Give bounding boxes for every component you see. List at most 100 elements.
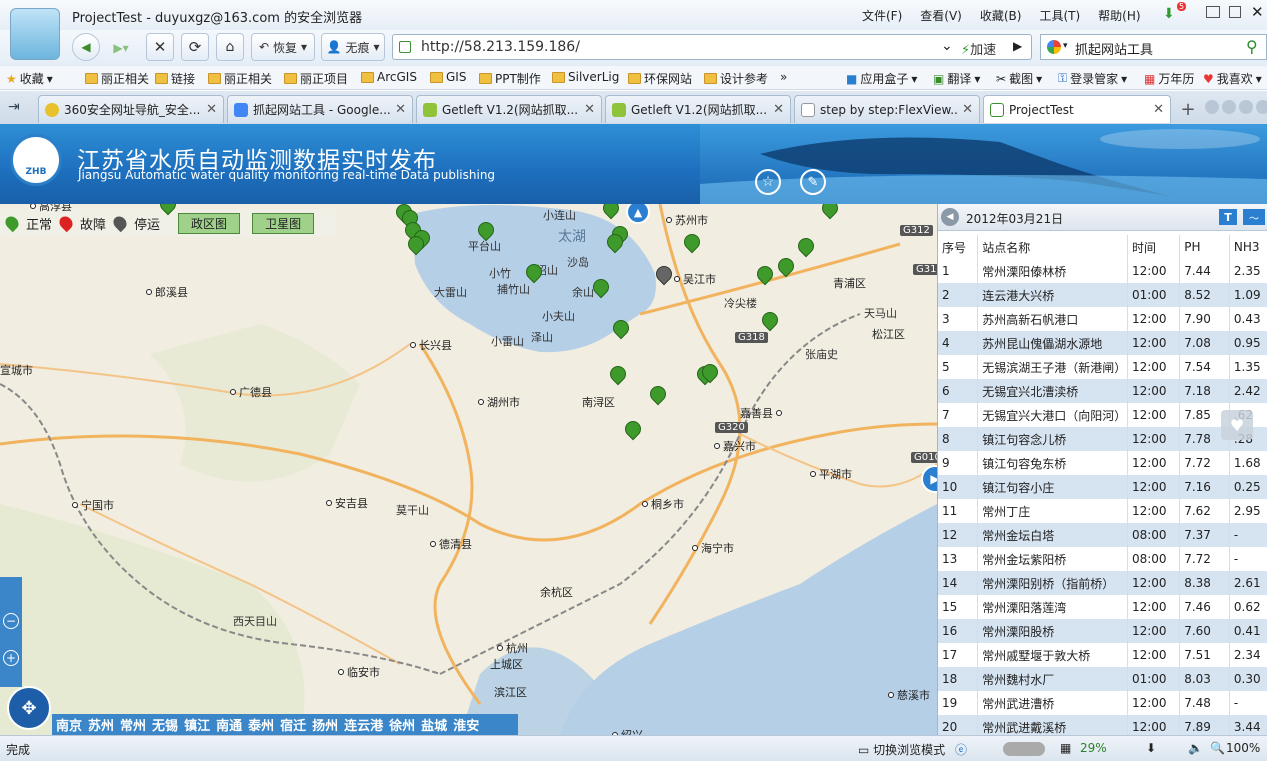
station-pin[interactable] xyxy=(778,258,792,276)
table-row[interactable]: 19 常州武进漕桥 12:00 7.48- xyxy=(938,691,1267,715)
table-row[interactable]: 13 常州金坛紫阳桥 08:00 7.72- xyxy=(938,547,1267,571)
city-link[interactable]: 泰州 xyxy=(248,715,274,734)
table-row[interactable]: 16 常州溧阳股桥 12:00 7.60 0.41 xyxy=(938,619,1267,643)
station-pin[interactable] xyxy=(593,279,607,297)
restore-button[interactable]: ↶ 恢复 ▾ xyxy=(251,33,315,61)
table-row[interactable]: 7无锡宜兴大港口（向阳河）12:007.85.62 xyxy=(938,403,1267,427)
tab-scroll-controls[interactable] xyxy=(1205,100,1267,114)
table-row[interactable]: 2 连云港大兴桥 01:00 8.52 1.09 xyxy=(938,283,1267,307)
translate-button[interactable]: ▣ 翻译 ▾ xyxy=(933,70,980,87)
restore-window-icon[interactable] xyxy=(1229,6,1241,18)
station-pin[interactable] xyxy=(160,204,174,214)
fav-item-9[interactable]: 设计参考 xyxy=(704,70,768,87)
table-row[interactable]: 5 无锡滨湖王子港（新港闸） 12:00 7.54 1.35 xyxy=(938,355,1267,379)
city-link[interactable]: 南通 xyxy=(216,715,242,734)
map-view[interactable]: 正常 故障 停运 政区图 卫星图 高淳县 郎溪县 宣城市 广德县 宁国市 安吉县… xyxy=(0,204,937,735)
favorites-menu[interactable]: ★ 收藏 ▾ xyxy=(6,70,53,87)
fav-item-5[interactable]: GIS xyxy=(430,70,466,84)
table-row[interactable]: 6 无锡宜兴北漕渎桥 12:00 7.18 2.42 xyxy=(938,379,1267,403)
chart-view-button[interactable]: 〜 xyxy=(1243,209,1265,225)
station-pin[interactable] xyxy=(757,266,771,284)
station-pin[interactable] xyxy=(610,366,624,384)
ie-mode-icon[interactable]: ⓔ xyxy=(955,741,967,758)
fav-item-6[interactable]: PPT制作 xyxy=(479,70,541,87)
city-link[interactable]: 淮安 xyxy=(453,715,479,734)
table-row[interactable]: 11 常州丁庄 12:00 7.62 2.95 xyxy=(938,499,1267,523)
table-row[interactable]: 1 常州溧阳傣林桥 12:00 7.44 2.35 xyxy=(938,259,1267,283)
calendar-button[interactable]: ▦ 万年历 xyxy=(1144,70,1194,87)
fav-item-1[interactable]: 链接 xyxy=(155,70,195,87)
fav-item-4[interactable]: ArcGIS xyxy=(361,70,417,84)
col-header[interactable]: PH xyxy=(1179,235,1230,259)
menu-tools[interactable]: 工具(T) xyxy=(1039,7,1080,24)
tab-close-icon[interactable]: ✕ xyxy=(395,102,406,117)
download-icon[interactable]: ⬇ xyxy=(1146,741,1156,755)
city-link[interactable]: 常州 xyxy=(120,715,146,734)
col-header[interactable]: NH3 xyxy=(1229,235,1267,259)
city-link[interactable]: 南京 xyxy=(56,715,82,734)
tab-close-icon[interactable]: ✕ xyxy=(773,102,784,117)
city-link[interactable]: 无锡 xyxy=(152,715,178,734)
city-link[interactable]: 镇江 xyxy=(184,715,210,734)
switch-mode-button[interactable]: ▭ 切换浏览模式 xyxy=(858,741,945,758)
tab-360[interactable]: 360安全网址导航_安全... ✕ xyxy=(38,95,224,123)
zoom-out-button[interactable]: − xyxy=(3,613,19,629)
tab-close-icon[interactable]: ✕ xyxy=(962,102,973,117)
text-view-button[interactable]: T xyxy=(1219,209,1237,225)
browser-avatar-icon[interactable] xyxy=(10,8,60,60)
scroll-handle-icon[interactable]: ♥ xyxy=(1221,410,1253,440)
station-pin[interactable] xyxy=(526,264,540,282)
tab-close-icon[interactable]: ✕ xyxy=(206,102,217,117)
menu-help[interactable]: 帮助(H) xyxy=(1098,7,1140,24)
speed-button[interactable]: ⚡加速 xyxy=(961,39,996,58)
tab-flexview[interactable]: step by step:FlexView... ✕ xyxy=(794,95,980,123)
fav-item-0[interactable]: 丽正相关 xyxy=(85,70,149,87)
table-row[interactable]: 20 常州武进戴溪桥 12:00 7.89 3.44 xyxy=(938,715,1267,735)
edit-pen-button[interactable]: ✎ xyxy=(800,169,826,195)
station-pin[interactable] xyxy=(650,386,664,404)
fav-item-3[interactable]: 丽正项目 xyxy=(284,70,348,87)
city-link[interactable]: 盐城 xyxy=(421,715,447,734)
station-pin[interactable] xyxy=(613,320,627,338)
toggle-icon[interactable] xyxy=(1003,742,1045,756)
station-pin[interactable] xyxy=(408,236,422,254)
city-link[interactable]: 连云港 xyxy=(344,715,383,734)
refresh-button[interactable]: ⟳ xyxy=(181,33,209,61)
menu-favorites[interactable]: 收藏(B) xyxy=(980,7,1022,24)
menu-view[interactable]: 查看(V) xyxy=(920,7,962,24)
tab-close-icon[interactable]: ✕ xyxy=(1153,102,1164,117)
fav-item-8[interactable]: 环保网站 xyxy=(628,70,692,87)
station-pin[interactable] xyxy=(822,204,836,218)
table-row[interactable]: 3 苏州高新石帆港口 12:00 7.90 0.43 xyxy=(938,307,1267,331)
table-row[interactable]: 10 镇江句容小庄 12:00 7.16 0.25 xyxy=(938,475,1267,499)
skin-icon[interactable] xyxy=(1206,6,1220,18)
station-pin[interactable] xyxy=(625,421,639,439)
close-window-icon[interactable]: ✕ xyxy=(1251,3,1264,21)
fav-item-2[interactable]: 丽正相关 xyxy=(208,70,272,87)
fav-item-7[interactable]: SilverLig xyxy=(552,70,619,84)
tab-close-icon[interactable]: ✕ xyxy=(584,102,595,117)
login-manager-button[interactable]: ⚿ 登录管家 ▾ xyxy=(1058,70,1127,87)
fav-more[interactable]: » xyxy=(780,70,787,84)
url-text[interactable]: http://58.213.159.186/ xyxy=(421,39,580,55)
menu-file[interactable]: 文件(F) xyxy=(862,7,902,24)
city-link[interactable]: 徐州 xyxy=(389,715,415,734)
url-dropdown-icon[interactable]: ⌄ xyxy=(941,38,953,54)
col-header[interactable]: 站点名称 xyxy=(977,235,1128,259)
back-button[interactable]: ◀ xyxy=(72,33,100,61)
station-pin[interactable] xyxy=(798,238,812,256)
tab-getleft-2[interactable]: Getleft V1.2(网站抓取... ✕ xyxy=(605,95,791,123)
station-pin[interactable] xyxy=(603,204,617,218)
city-link[interactable]: 扬州 xyxy=(312,715,338,734)
go-icon[interactable]: ▶ xyxy=(1013,39,1022,53)
station-pin[interactable] xyxy=(684,234,698,252)
city-link[interactable]: 苏州 xyxy=(88,715,114,734)
satellite-map-button[interactable]: 卫星图 xyxy=(252,212,315,234)
zoom-icon[interactable]: 🔍 xyxy=(1210,741,1225,755)
address-bar[interactable]: http://58.213.159.186/ ⌄ ⚡加速 ▶ xyxy=(392,34,1032,60)
table-row[interactable]: 15 常州溧阳落莲湾 12:00 7.46 0.62 xyxy=(938,595,1267,619)
station-pin[interactable] xyxy=(607,234,621,252)
notrace-button[interactable]: 👤 无痕 ▾ xyxy=(321,33,385,61)
city-link[interactable]: 宿迁 xyxy=(280,715,306,734)
volume-icon[interactable]: 🔈 xyxy=(1188,741,1203,755)
